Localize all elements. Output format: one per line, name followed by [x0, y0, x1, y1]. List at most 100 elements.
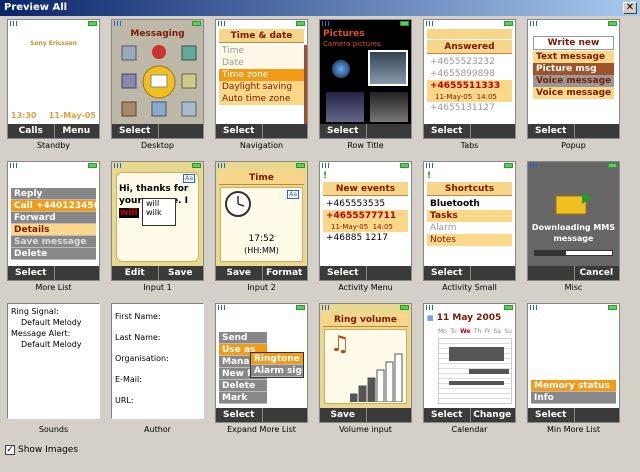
softkey-right[interactable]: Change	[470, 408, 516, 422]
list-item[interactable]: +4655131127	[427, 102, 512, 114]
cell-calendar[interactable]: ▦ 11 May 2005 Mo Tu We Th Fr Sa Su Select Chan…	[419, 300, 520, 438]
softkey-right[interactable]: Format	[262, 266, 308, 280]
activity-tab-strip[interactable]: !	[427, 171, 512, 181]
close-icon: ✕	[625, 2, 635, 13]
cell-rowtitle[interactable]: Pictures Camera pictures Select Row Titl…	[315, 16, 416, 154]
list-item[interactable]: Info	[531, 392, 616, 404]
suggestion-item[interactable]: wilk	[143, 208, 175, 217]
softkey-left[interactable]: Select	[424, 124, 470, 138]
list-item[interactable]: Auto time zone	[219, 93, 304, 105]
list-item[interactable]: Date	[219, 57, 304, 69]
list-item[interactable]: Bluetooth	[427, 198, 512, 210]
cell-label: Standby	[36, 141, 71, 150]
activity-tab-strip[interactable]: !	[323, 171, 408, 181]
cell-desktop[interactable]: Messaging Select Desktop	[107, 16, 208, 154]
softkey-left[interactable]: Select	[320, 124, 366, 138]
suggestion-item[interactable]: will	[143, 199, 175, 208]
softkey-left[interactable]: Save	[216, 266, 262, 280]
tab-strip[interactable]	[427, 29, 512, 39]
softkey-left[interactable]: Save	[320, 408, 366, 422]
list-item[interactable]: Delete	[11, 248, 96, 260]
sounds-line: Message Alert:	[11, 329, 71, 338]
list-item[interactable]: Voice message	[533, 87, 614, 99]
softkey-left[interactable]: Select	[8, 266, 54, 280]
list-item[interactable]: Reply	[11, 188, 96, 200]
volume-bar	[367, 377, 376, 402]
cell-minmore[interactable]: Memory status Info Select Min More List	[523, 300, 624, 438]
list-item[interactable]: +4655511333	[427, 80, 512, 92]
thumbnail-selected[interactable]	[368, 50, 408, 86]
softkey-left[interactable]: Select	[424, 408, 470, 422]
cell-input1[interactable]: Aa Hi, thanks for your m e. I will will …	[107, 158, 208, 296]
cell-volume[interactable]: Ring volume ♫ Save Volume input	[315, 300, 416, 438]
list-item[interactable]: Details	[11, 224, 96, 236]
list-item[interactable]: +4655523232	[427, 56, 512, 68]
calendar-event[interactable]	[449, 347, 504, 361]
battery-icon	[608, 305, 617, 310]
submenu-item[interactable]: Alarm signal	[251, 365, 303, 377]
softkey-left[interactable]: Select	[216, 124, 262, 138]
cell-tabs[interactable]: Answered +4655523232 +4655899898 +465551…	[419, 16, 520, 154]
list-item[interactable]: Save message	[11, 236, 96, 248]
suggestion-popup[interactable]: will wilk	[142, 198, 176, 226]
sounds-line: Default Melody	[21, 318, 82, 327]
softkey-left[interactable]: Select	[424, 266, 470, 280]
cell-input2[interactable]: Time Aa 17:52 (HH:MM) Save Format Input …	[211, 158, 312, 296]
softkey-left[interactable]: Calls	[8, 124, 54, 138]
list-item[interactable]: Send	[219, 332, 267, 344]
calendar-event[interactable]	[449, 381, 504, 385]
list-item[interactable]: Daylight saving	[219, 81, 304, 93]
cell-standby[interactable]: Sony Ericsson 13:30 11-May-05 Calls Menu…	[3, 16, 104, 154]
battery-icon	[400, 305, 409, 310]
list-item[interactable]: Voice message	[533, 75, 614, 87]
list-item[interactable]: Call +440123456	[11, 200, 96, 212]
calendar-week-grid[interactable]	[438, 338, 512, 404]
softkey-left[interactable]: Select	[216, 408, 262, 422]
list-item[interactable]: Notes	[427, 234, 512, 246]
softkey-left[interactable]: Select	[112, 124, 158, 138]
signal-icon	[114, 21, 123, 26]
list-item[interactable]: Tasks	[427, 210, 512, 222]
show-images-checkbox[interactable]: ✓	[5, 445, 15, 455]
list-item[interactable]: Time zone	[219, 69, 304, 81]
list-item[interactable]: Memory status	[531, 380, 616, 392]
cell-activitysmall[interactable]: ! Shortcuts Bluetooth Tasks Alarm Notes …	[419, 158, 520, 296]
list-item[interactable]: Picture msg	[533, 63, 614, 75]
cell-popup[interactable]: Write new Text message Picture msg Voice…	[523, 16, 624, 154]
battery-icon	[192, 163, 201, 168]
softkey-right[interactable]: Menu	[54, 124, 100, 138]
softkey-left[interactable]: Select	[320, 266, 366, 280]
thumbnail[interactable]	[326, 92, 364, 122]
thumbnail[interactable]	[370, 92, 408, 122]
cell-activitymenu[interactable]: ! New events +465553535 +4655577711 11-M…	[315, 158, 416, 296]
cell-navigation[interactable]: Time & date Time Date Time zone Daylight…	[211, 16, 312, 154]
list-item[interactable]: Time	[219, 45, 304, 57]
cell-sounds[interactable]: Ring Signal: Default Melody Message Aler…	[3, 300, 104, 438]
list-item[interactable]: +4655899898	[427, 68, 512, 80]
scrollbar[interactable]	[304, 45, 307, 125]
list-item[interactable]: Forward	[11, 212, 96, 224]
list-item[interactable]: +465553535	[323, 198, 408, 210]
cell-morelist[interactable]: Reply Call +440123456 Forward Details Sa…	[3, 158, 104, 296]
softkey-left[interactable]: Edit	[112, 266, 158, 280]
list-item[interactable]: +4655577711	[323, 210, 408, 222]
softkey-left[interactable]: Select	[528, 124, 574, 138]
softkey-right[interactable]: Cancel	[574, 266, 620, 280]
volume-level-bars[interactable]	[350, 348, 408, 402]
list-item[interactable]: Mark	[219, 392, 267, 404]
calendar-event[interactable]	[469, 369, 509, 374]
submenu-item[interactable]: Ringtone	[251, 353, 303, 365]
list-item[interactable]: Text message	[533, 51, 614, 63]
cell-label: Activity Small	[442, 283, 497, 292]
cell-author[interactable]: First Name: Last Name: Organisation: E-M…	[107, 300, 208, 438]
author-field: Last Name:	[115, 333, 161, 342]
softkey-left[interactable]: Select	[528, 408, 574, 422]
list-item[interactable]: +46885 1217	[323, 232, 408, 244]
close-button[interactable]: ✕	[623, 2, 637, 14]
list-item[interactable]: Delete	[219, 380, 267, 392]
cell-misc[interactable]: Downloading MMS message Cancel Misc	[523, 158, 624, 296]
cell-expandmore[interactable]: Send Use as Manag New f Delete Mark Ring…	[211, 300, 312, 438]
globe-icon	[152, 45, 166, 59]
list-item[interactable]: Alarm	[427, 222, 512, 234]
softkey-right[interactable]: Save	[158, 266, 204, 280]
